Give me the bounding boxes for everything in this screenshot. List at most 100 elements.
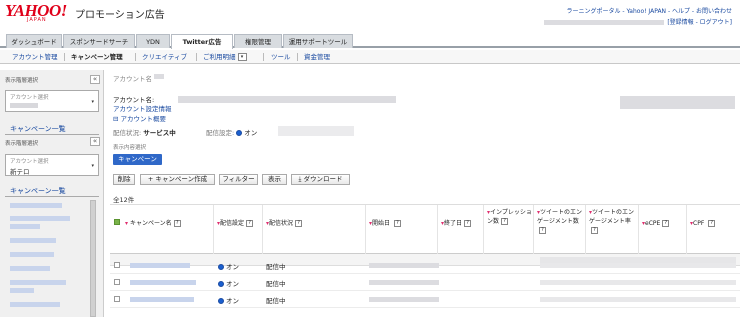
campaign-name-link[interactable] — [130, 280, 196, 285]
row-checkbox[interactable] — [114, 262, 120, 268]
sort-icon: ▾ — [125, 220, 129, 227]
filter-button[interactable]: フィルター — [219, 174, 258, 185]
delivery-setting-cell[interactable]: オン — [218, 278, 239, 288]
chevron-down-icon: ▾ — [91, 163, 94, 169]
subnav-billing[interactable]: ご利用明細 ▾ — [203, 52, 247, 62]
campaign-link[interactable] — [10, 203, 62, 208]
col-label: ツイートのエンゲージメント率 — [589, 209, 635, 225]
help-icon[interactable]: ? — [591, 227, 598, 234]
campaign-link[interactable] — [10, 288, 34, 293]
metrics-redacted — [540, 297, 736, 302]
app-name: プロモーション広告 — [75, 10, 165, 21]
account-select[interactable]: アカウント選択 新テロ ▾ — [5, 154, 99, 176]
table-row: オン 配信中 — [110, 274, 740, 291]
delivery-setting-cell[interactable]: オン — [218, 261, 239, 271]
sidebar-scrollbar[interactable] — [90, 200, 96, 317]
col-end-date[interactable]: ▾終了日? — [437, 205, 483, 255]
download-button[interactable]: ⤓ ダウンロード — [291, 174, 350, 185]
campaign-link[interactable] — [10, 224, 40, 229]
campaign-view-button[interactable]: キャンペーン — [113, 154, 162, 165]
divider — [5, 134, 99, 135]
delete-button[interactable]: 削除 — [113, 174, 135, 185]
account-name-label: アカウント名 — [113, 73, 152, 83]
tab-ydn[interactable]: YDN — [136, 34, 170, 48]
radio-on-icon[interactable] — [218, 264, 224, 270]
tab-twitter-ads[interactable]: Twitter広告 — [171, 34, 233, 49]
col-label: 配信設定 — [220, 220, 245, 227]
col-cpf[interactable]: ▾CPF ? — [686, 205, 740, 255]
help-icon[interactable]: ? — [501, 218, 509, 225]
sub-nav: アカウント管理 キャンペーン管理 クリエイティブ ご利用明細 ▾ ツール 資金管理 — [0, 50, 740, 64]
collapse-icon[interactable]: « — [90, 137, 100, 146]
radio-on-icon[interactable] — [218, 281, 224, 287]
col-label: 配信状況 — [269, 220, 294, 227]
metrics-redacted — [540, 280, 736, 285]
help-icon[interactable]: ? — [464, 220, 472, 227]
campaign-list-title[interactable]: キャンペーン一覧 — [10, 186, 66, 196]
table-row: オン 配信中 — [110, 257, 740, 274]
user-info: [登録情報 - ログアウト] — [544, 17, 732, 26]
campaign-link[interactable] — [10, 266, 50, 271]
account-settings-link[interactable]: アカウント設定情報 — [113, 103, 172, 113]
campaign-link[interactable] — [10, 302, 60, 307]
subnav-creative[interactable]: クリエイティブ — [142, 52, 187, 62]
header-links[interactable]: ラーニングポータル - Yahoo! JAPAN - ヘルプ - お問い合わせ — [566, 6, 732, 15]
account-overview-link[interactable]: ⊟ アカウント概要 — [113, 113, 166, 123]
tab-dashboard[interactable]: ダッシュボード — [6, 34, 62, 48]
subnav-funds[interactable]: 資金管理 — [304, 52, 330, 62]
account-select[interactable]: アカウント選択 ▾ — [5, 90, 99, 112]
subnav-tools[interactable]: ツール — [271, 52, 291, 62]
col-engagement-rate[interactable]: ▾ツイートのエンゲージメント率? — [585, 205, 638, 255]
col-label: CPF — [693, 220, 705, 227]
campaign-name-link[interactable] — [130, 263, 190, 268]
campaign-link[interactable] — [10, 252, 54, 257]
col-ecpe[interactable]: ▾eCPE? — [638, 205, 686, 255]
sidebar-section-title: 表示階層選択 — [5, 78, 39, 84]
delivery-setting-cell[interactable]: オン — [218, 295, 239, 305]
chevron-down-icon[interactable]: ▾ — [237, 53, 247, 61]
help-icon[interactable]: ? — [539, 227, 546, 234]
col-label: 開始日 — [372, 220, 391, 227]
delivery-setting: 配信設定: オン — [206, 127, 257, 137]
subnav-separator — [196, 53, 197, 61]
user-links[interactable]: [登録情報 - ログアウト] — [667, 19, 732, 26]
tab-support-tools[interactable]: 運用サポートツール — [283, 34, 353, 48]
radio-on-icon[interactable] — [218, 298, 224, 304]
help-icon[interactable]: ? — [662, 220, 670, 227]
col-label: ツイートのエンゲージメント数 — [537, 209, 583, 225]
col-campaign-name[interactable]: ▾ キャンペーン名? — [122, 205, 213, 255]
collapse-icon[interactable]: « — [90, 75, 100, 84]
row-checkbox[interactable] — [114, 279, 120, 285]
tab-sponsored-search[interactable]: スポンサードサーチ — [63, 34, 135, 48]
campaign-link[interactable] — [10, 280, 66, 285]
col-impressions[interactable]: ▾インプレッション数? — [483, 205, 533, 255]
col-delivery-setting[interactable]: ▾配信設定? — [213, 205, 262, 255]
yahoo-logo[interactable]: YAHOO! JAPAN — [5, 2, 75, 23]
subnav-separator — [263, 53, 264, 61]
help-icon[interactable]: ? — [393, 220, 401, 227]
sidebar-section-title: 表示階層選択 — [5, 141, 39, 147]
help-icon[interactable]: ? — [246, 220, 254, 227]
create-campaign-button[interactable]: + キャンペーン作成 — [140, 174, 215, 185]
subnav-separator — [297, 53, 298, 61]
account-select-label: アカウント選択 — [10, 95, 49, 101]
campaign-link[interactable] — [10, 238, 56, 243]
campaign-name-link[interactable] — [130, 297, 194, 302]
tab-permission[interactable]: 権限管理 — [234, 34, 282, 48]
col-delivery-status[interactable]: ▾配信状況? — [262, 205, 365, 255]
delivery-setting-value: オン — [244, 129, 258, 137]
subnav-campaign[interactable]: キャンペーン管理 — [71, 52, 123, 62]
col-start-date[interactable]: ▾開始日 ? — [365, 205, 437, 255]
subnav-account[interactable]: アカウント管理 — [12, 52, 58, 62]
help-icon[interactable]: ? — [295, 220, 303, 227]
select-all-checkbox[interactable] — [114, 219, 120, 225]
campaign-list-title[interactable]: キャンペーン一覧 — [10, 124, 66, 134]
campaign-link[interactable] — [10, 216, 70, 221]
col-tweet-engagements[interactable]: ▾ツイートのエンゲージメント数? — [533, 205, 585, 255]
help-icon[interactable]: ? — [708, 220, 716, 227]
display-button[interactable]: 表示 — [262, 174, 287, 185]
help-icon[interactable]: ? — [173, 220, 181, 227]
radio-on-icon[interactable] — [236, 130, 243, 136]
col-label: 終了日 — [444, 220, 463, 227]
row-checkbox[interactable] — [114, 296, 120, 302]
